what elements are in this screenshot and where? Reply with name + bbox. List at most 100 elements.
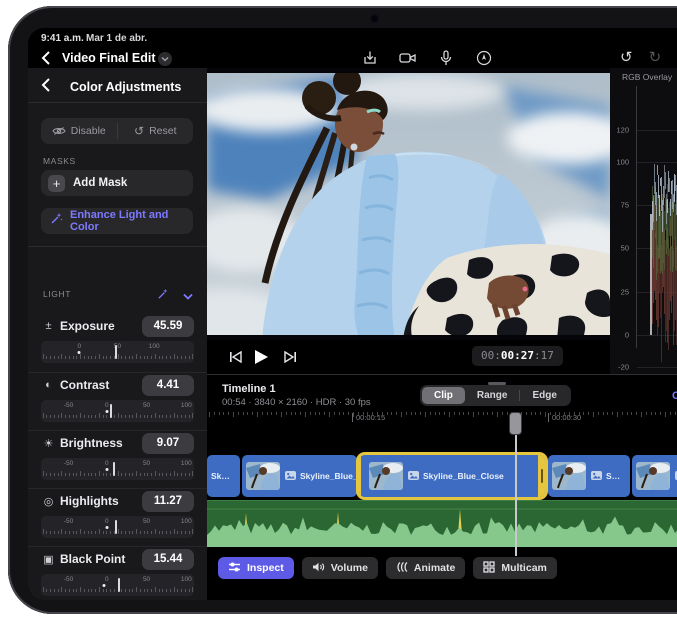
disable-button[interactable]: Disable <box>41 118 117 144</box>
add-mask-button[interactable]: + Add Mask <box>41 170 193 196</box>
undo-icon[interactable]: ↺ <box>620 48 633 68</box>
highlights-icon: ◎ <box>42 495 55 508</box>
brightness-icon: ☀ <box>42 437 55 450</box>
slider-value-field[interactable]: 45.59 <box>142 316 194 337</box>
slider-value-field[interactable]: 15.44 <box>142 549 194 570</box>
clip-s-[interactable]: S… <box>548 455 630 497</box>
ruler-tick <box>54 473 55 476</box>
multicam-button[interactable]: Multicam <box>473 557 557 579</box>
clip-untitled[interactable] <box>632 455 677 497</box>
ruler-value-indicator[interactable] <box>113 462 115 476</box>
title-dropdown-chevron-icon[interactable] <box>158 52 172 66</box>
ruler-tick <box>43 529 44 534</box>
back-icon[interactable] <box>40 50 54 66</box>
front-camera <box>370 14 379 23</box>
ruler-tick <box>118 354 119 359</box>
ruler-value-indicator[interactable] <box>115 345 117 359</box>
microphone-icon[interactable] <box>436 48 456 68</box>
contrast-icon: ◐ <box>42 379 55 391</box>
ruler-tick <box>103 531 104 534</box>
reset-icon: ↺ <box>134 124 144 138</box>
slider-value-field[interactable]: 9.07 <box>142 433 194 454</box>
ruler-tick <box>106 473 107 476</box>
ruler-scale-label: -50 <box>64 576 73 583</box>
ruler-tick <box>114 415 115 418</box>
slider-ruler[interactable]: -50050100 <box>41 458 194 480</box>
ruler-tick <box>192 587 193 592</box>
mode-clip[interactable]: Clip <box>422 387 465 404</box>
transport-bar: 00:00:27:17 <box>207 340 677 374</box>
play-icon[interactable] <box>251 347 271 367</box>
ruler-tick <box>61 471 62 476</box>
ruler-tick <box>61 529 62 534</box>
ruler-tick <box>162 531 163 534</box>
timecode-display[interactable]: 00:00:27:17 <box>472 346 563 366</box>
ruler-tick <box>61 354 62 359</box>
volume-button[interactable]: Volume <box>302 557 378 579</box>
ruler-tick <box>147 589 148 592</box>
import-icon[interactable] <box>360 48 380 68</box>
slider-label: Black Point <box>60 552 125 566</box>
pencil-circle-icon[interactable] <box>474 48 494 68</box>
redo-icon[interactable]: ↻ <box>649 48 662 68</box>
enhance-light-color-button[interactable]: Enhance Light and Color <box>41 208 193 234</box>
light-wand-icon[interactable] <box>157 287 169 305</box>
slider-ruler[interactable]: 050100 <box>41 341 194 363</box>
ruler-tick <box>58 473 59 476</box>
ruler-value-indicator[interactable] <box>110 404 112 418</box>
grid-icon <box>483 561 495 576</box>
rgb-overlay-scope: RGB Overlay 1201007550250-20 <box>610 68 677 374</box>
slider-value-field[interactable]: 11.27 <box>142 491 194 512</box>
ruler-tick <box>50 473 51 476</box>
slider-value-field[interactable]: 4.41 <box>142 375 194 396</box>
clip-label: Skyline_Blue_Wide <box>300 471 357 481</box>
slider-ruler[interactable]: -50050100 <box>41 574 194 596</box>
previous-frame-icon[interactable] <box>225 347 245 367</box>
audio-track[interactable] <box>207 500 677 547</box>
ruler-tick <box>103 473 104 476</box>
inspect-button[interactable]: Inspect <box>218 557 294 579</box>
ruler-scale-label: 50 <box>143 460 150 467</box>
playhead-handle[interactable] <box>509 412 522 435</box>
ruler-tick <box>118 413 119 418</box>
timeline-ruler[interactable]: 00:00:1500:00:30 <box>207 412 677 428</box>
ruler-tick <box>88 589 89 592</box>
slider-ruler[interactable]: -50050100 <box>41 516 194 538</box>
ruler-tick <box>132 415 133 418</box>
clip-sk-[interactable]: Sk… <box>207 455 240 497</box>
button-label: Volume <box>331 562 368 574</box>
animate-button[interactable]: Animate <box>386 557 465 579</box>
mode-edge[interactable]: Edge <box>520 387 568 404</box>
panel-back-icon[interactable] <box>40 77 54 93</box>
project-title[interactable]: Video Final Edit <box>62 51 156 65</box>
ruler-tick <box>147 473 148 476</box>
ruler-tick <box>121 531 122 534</box>
ruler-tick <box>147 415 148 418</box>
add-mask-label: Add Mask <box>73 177 127 189</box>
button-label: Inspect <box>247 562 284 574</box>
ruler-tick <box>110 589 111 592</box>
cut-button-partial[interactable]: C <box>672 390 677 402</box>
ruler-tick <box>76 356 77 359</box>
ruler-tick <box>140 531 141 534</box>
ruler-tick <box>65 415 66 418</box>
next-frame-icon[interactable] <box>280 347 300 367</box>
reset-button[interactable]: ↺ Reset <box>118 118 194 144</box>
camera-icon[interactable] <box>398 48 418 68</box>
mode-range[interactable]: Range <box>465 387 520 404</box>
ruler-tick <box>185 356 186 359</box>
disable-reset-group: Disable ↺ Reset <box>41 118 193 144</box>
clip-skyline-blue-wide[interactable]: Skyline_Blue_Wide <box>242 455 357 497</box>
ruler-tick <box>159 415 160 418</box>
ruler-tick <box>166 473 167 476</box>
ruler-tick <box>174 587 175 592</box>
ruler-scale-label: 0 <box>105 460 109 467</box>
trim-handle-right[interactable] <box>538 455 545 497</box>
slider-ruler[interactable]: -50050100 <box>41 400 194 422</box>
ruler-value-indicator[interactable] <box>115 520 117 534</box>
light-collapse-chevron-icon[interactable] <box>183 287 193 305</box>
clip-skyline-blue-close[interactable]: Skyline_Blue_Close <box>359 455 545 497</box>
ruler-value-indicator[interactable] <box>118 578 120 592</box>
trim-handle-left[interactable] <box>359 455 361 497</box>
ruler-tick <box>43 471 44 476</box>
